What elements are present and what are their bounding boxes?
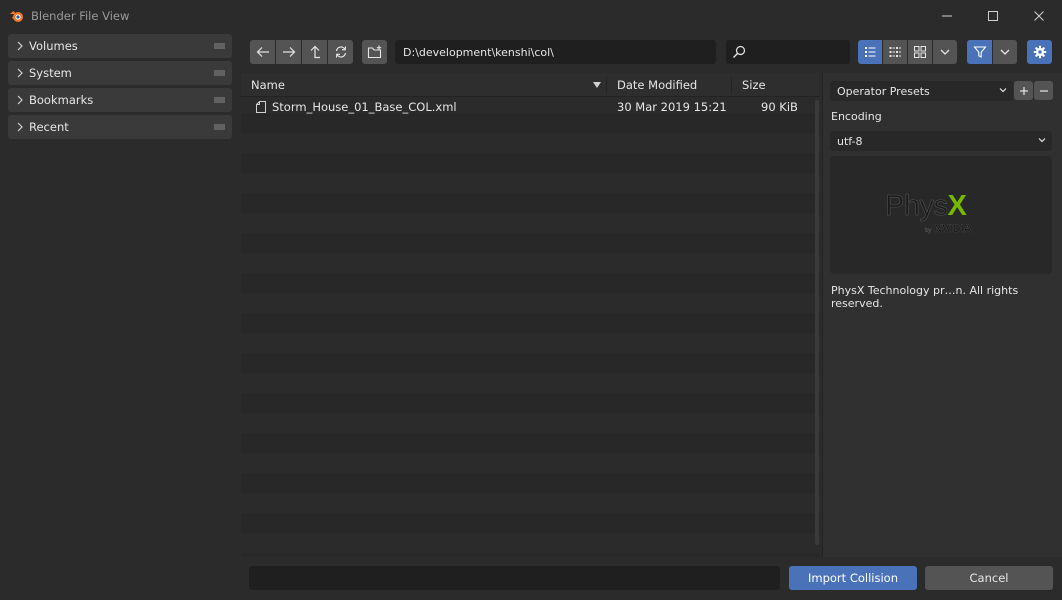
chevron-down-icon <box>940 49 950 55</box>
maximize-icon[interactable] <box>970 0 1016 31</box>
drag-grip-icon[interactable] <box>214 124 225 130</box>
minimize-icon[interactable] <box>924 0 970 31</box>
back-button[interactable] <box>250 40 275 64</box>
file-size: 90 KiB <box>761 100 798 114</box>
sidebar-panel-system[interactable]: System <box>8 61 232 85</box>
file-list[interactable]: Name Date Modified Size Storm_House_01_B… <box>241 73 820 557</box>
sidebar: Volumes System Bookmarks Recent <box>0 31 240 600</box>
file-list-scrollbar[interactable] <box>815 100 819 545</box>
chevron-right-icon <box>11 41 29 51</box>
refresh-button[interactable] <box>328 40 353 64</box>
drag-grip-icon[interactable] <box>214 97 225 103</box>
physx-logo-nvidia: NVIDIA <box>934 223 972 235</box>
file-date-modified: 30 Mar 2019 15:21 <box>617 100 727 114</box>
sidebar-panel-label: System <box>29 66 72 80</box>
column-header-date-modified[interactable]: Date Modified <box>617 73 697 97</box>
cancel-button[interactable]: Cancel <box>925 566 1053 590</box>
operator-panel: Operator Presets Encoding utf-8 PhysX by… <box>822 73 1062 557</box>
forward-button[interactable] <box>276 40 301 64</box>
remove-preset-button[interactable] <box>1034 81 1053 100</box>
column-header-name[interactable]: Name <box>251 73 285 97</box>
blender-logo-icon <box>9 8 25 24</box>
chevron-right-icon <box>11 95 29 105</box>
chevron-down-icon <box>1037 135 1047 148</box>
column-separator[interactable] <box>606 77 607 93</box>
parent-directory-button[interactable] <box>302 40 327 64</box>
file-list-header: Name Date Modified Size <box>241 73 820 97</box>
minus-icon <box>1039 89 1048 92</box>
file-browser-toolbar: D:\development\kenshi\col\ <box>241 31 1062 73</box>
search-input[interactable] <box>726 40 850 64</box>
filter-dropdown[interactable] <box>993 40 1017 64</box>
file-icon <box>255 97 267 117</box>
sidebar-panel-recent[interactable]: Recent <box>8 115 232 139</box>
import-collision-button[interactable]: Import Collision <box>789 566 917 590</box>
copyright-text: PhysX Technology pr…n. All rights reserv… <box>831 284 1019 310</box>
column-separator[interactable] <box>731 77 732 93</box>
display-mode-dropdown[interactable] <box>933 40 957 64</box>
sidebar-panel-bookmarks[interactable]: Bookmarks <box>8 88 232 112</box>
gear-icon <box>1033 45 1046 59</box>
drag-grip-icon[interactable] <box>214 70 225 76</box>
new-folder-icon <box>367 45 381 59</box>
search-icon <box>733 45 746 58</box>
display-mode-vertical-list[interactable] <box>858 40 882 64</box>
table-row[interactable]: Storm_House_01_Base_COL.xml 30 Mar 2019 … <box>241 97 820 117</box>
chevron-down-icon <box>998 85 1008 98</box>
encoding-label: Encoding <box>831 110 882 123</box>
encoding-dropdown[interactable]: utf-8 <box>830 131 1052 151</box>
thumbnails-icon <box>914 46 926 58</box>
display-mode-thumbnails[interactable] <box>908 40 932 64</box>
plus-icon <box>1019 86 1028 95</box>
filename-input[interactable] <box>249 566 780 590</box>
sidebar-panel-label: Bookmarks <box>29 93 94 107</box>
back-icon <box>256 47 269 57</box>
physx-logo: PhysX by NVIDIA <box>830 156 1052 274</box>
physx-logo-x: X <box>947 190 967 222</box>
sort-descending-icon[interactable] <box>593 73 601 97</box>
vertical-list-icon <box>865 47 876 57</box>
forward-icon <box>282 47 295 57</box>
parent-directory-icon <box>310 45 320 59</box>
physx-logo-by: by <box>925 228 932 234</box>
settings-button[interactable] <box>1027 40 1052 64</box>
filter-icon <box>972 46 987 58</box>
operator-presets-dropdown[interactable]: Operator Presets <box>830 81 1013 101</box>
add-preset-button[interactable] <box>1014 81 1033 100</box>
close-icon[interactable] <box>1016 0 1062 31</box>
filter-toggle-button[interactable] <box>967 40 992 64</box>
display-mode-horizontal-list[interactable] <box>883 40 907 64</box>
physx-logo-main: Phys <box>885 190 949 222</box>
bottom-bar: Import Collision Cancel <box>241 557 1062 600</box>
sidebar-panel-label: Volumes <box>29 39 78 53</box>
drag-grip-icon[interactable] <box>214 43 225 49</box>
chevron-right-icon <box>11 122 29 132</box>
sidebar-panel-label: Recent <box>29 120 69 134</box>
sidebar-panel-volumes[interactable]: Volumes <box>8 34 232 58</box>
window-title: Blender File View <box>31 8 130 23</box>
horizontal-list-icon <box>889 47 901 57</box>
title-bar: Blender File View <box>0 0 1062 31</box>
directory-path-input[interactable]: D:\development\kenshi\col\ <box>395 40 716 64</box>
encoding-value: utf-8 <box>837 134 863 148</box>
refresh-icon <box>335 46 346 58</box>
column-header-size[interactable]: Size <box>742 73 766 97</box>
chevron-down-icon <box>1000 49 1010 55</box>
new-folder-button[interactable] <box>362 40 387 64</box>
chevron-right-icon <box>11 68 29 78</box>
operator-presets-label: Operator Presets <box>837 84 930 98</box>
file-name: Storm_House_01_Base_COL.xml <box>272 100 457 114</box>
